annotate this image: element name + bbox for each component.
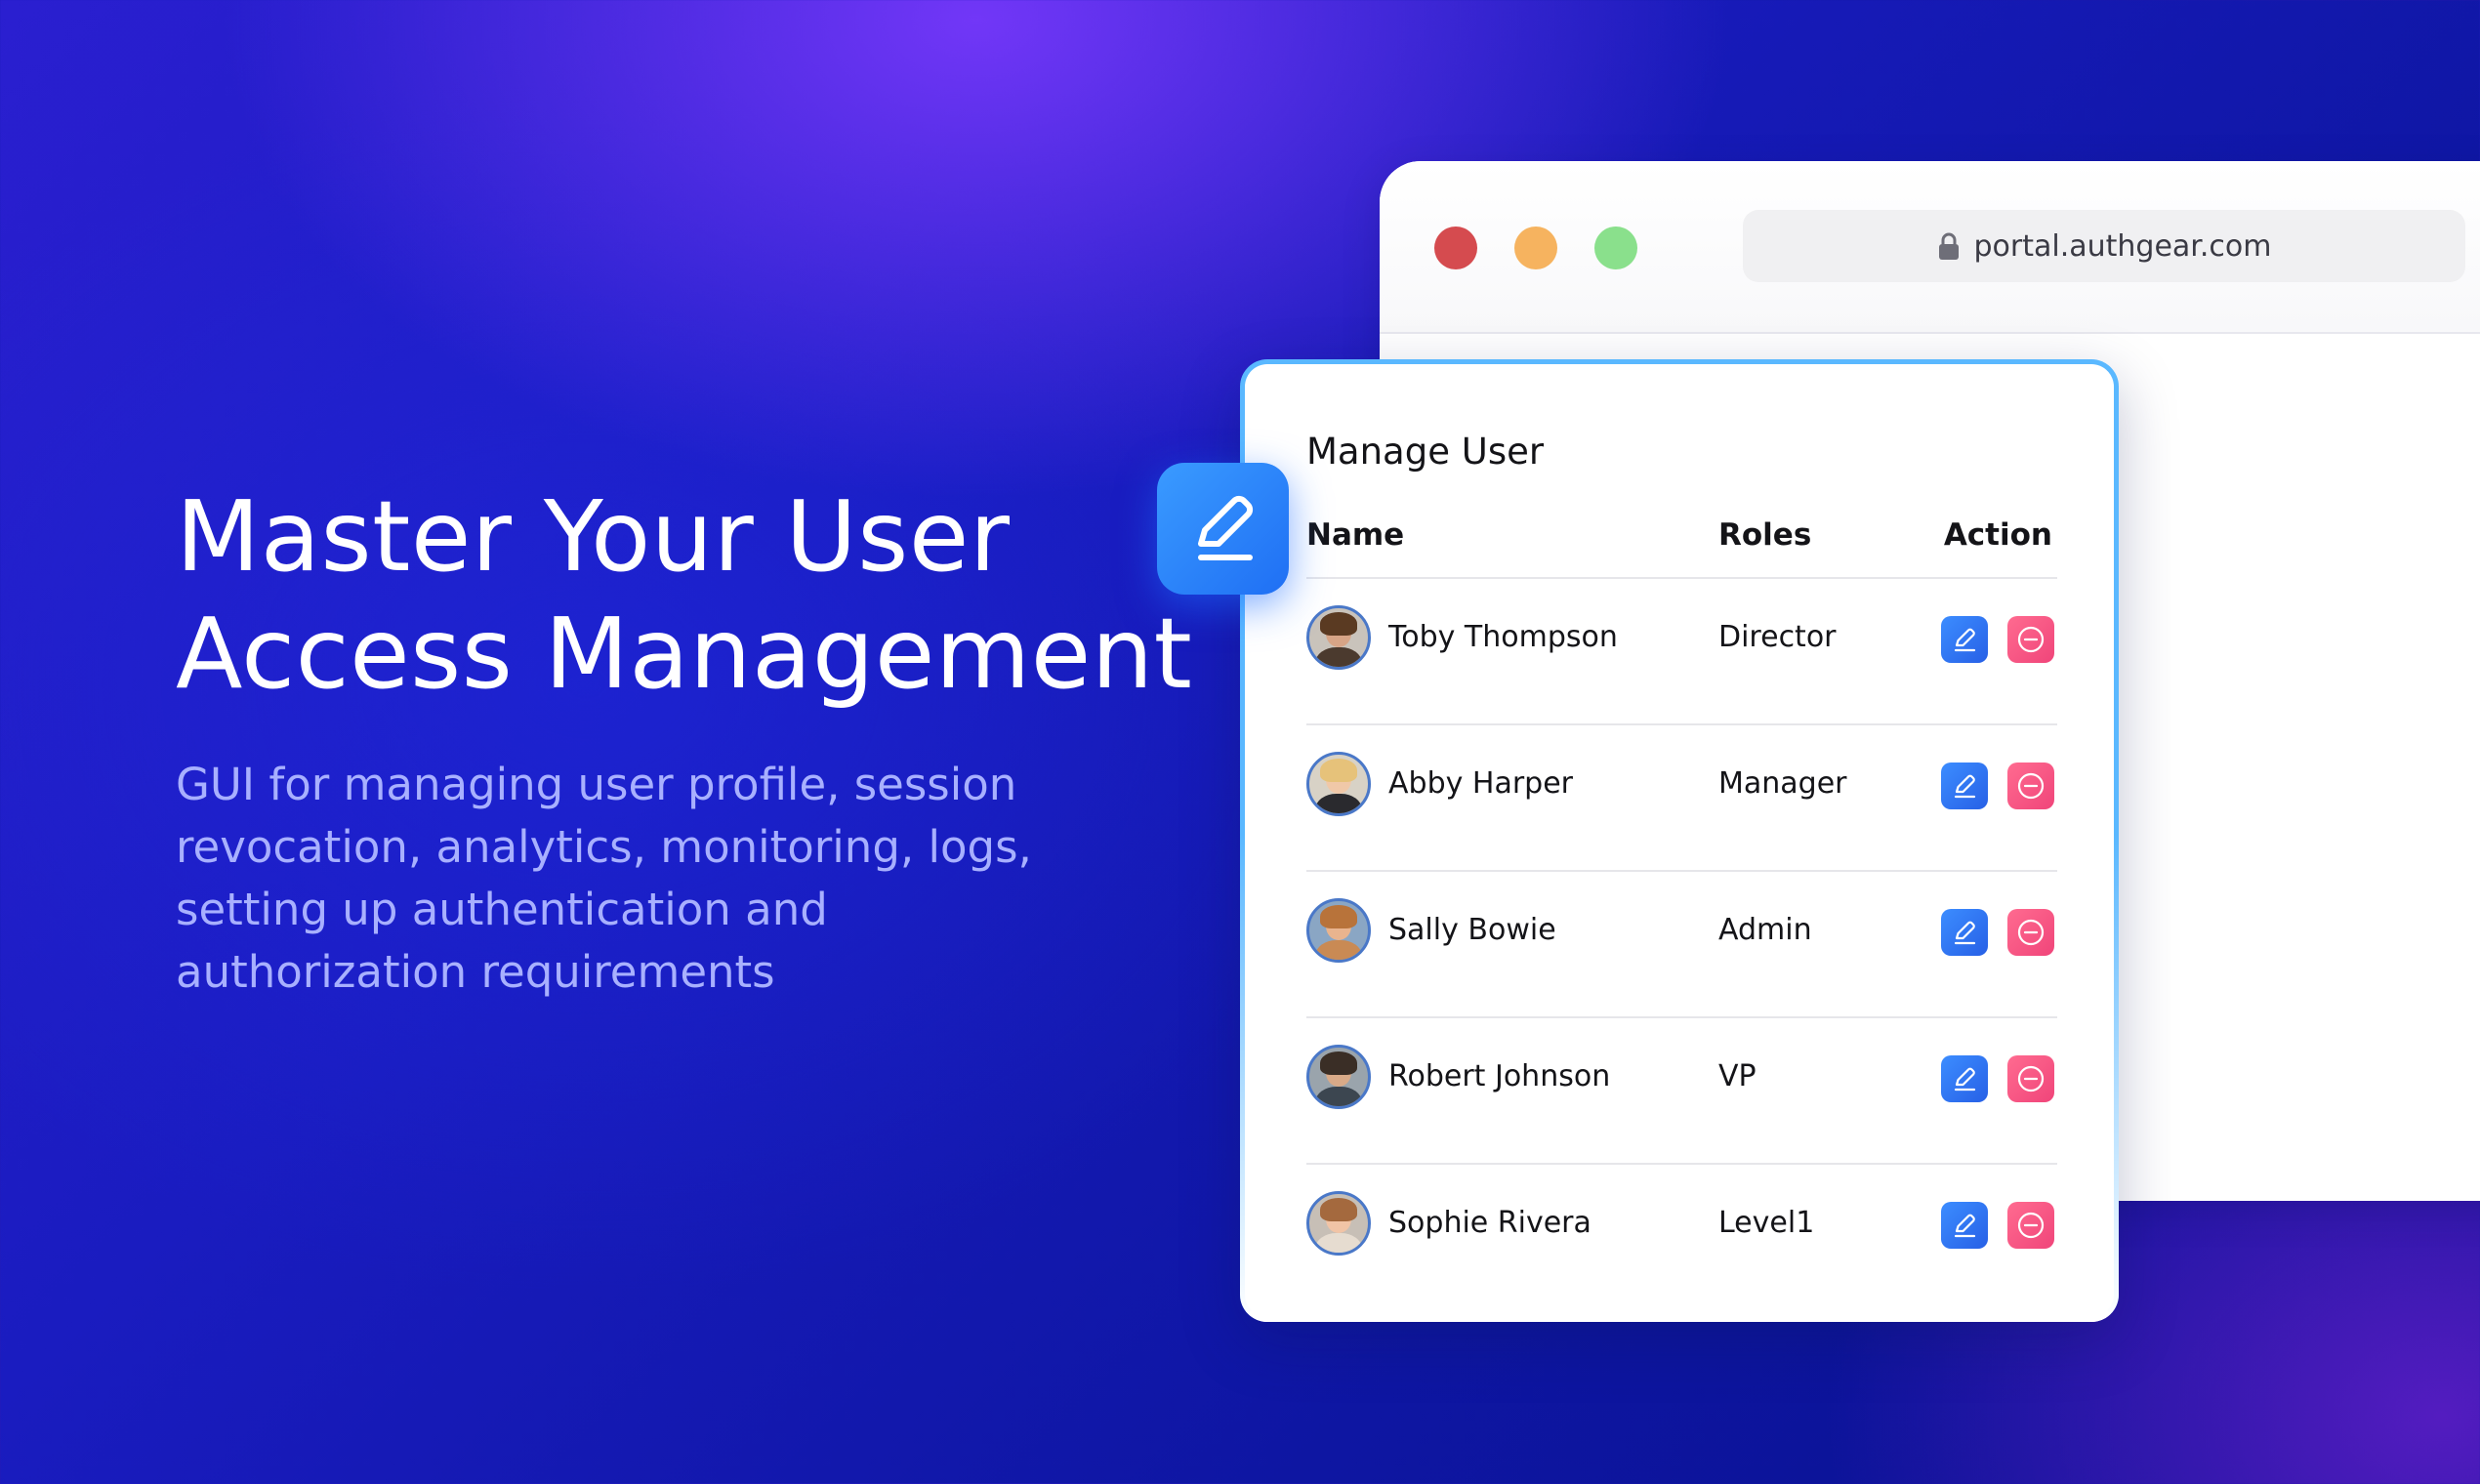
avatar <box>1306 752 1371 816</box>
browser-title-bar: portal.authgear.com <box>1380 161 2480 334</box>
minimize-window-button[interactable] <box>1514 227 1557 269</box>
close-window-button[interactable] <box>1434 227 1477 269</box>
user-role: Director <box>1718 620 1837 654</box>
hero-title-line-2: Access Management <box>176 597 1193 711</box>
user-role: Manager <box>1718 766 1847 801</box>
pencil-icon <box>1954 628 1976 652</box>
user-role: Level1 <box>1718 1206 1815 1240</box>
edit-user-button[interactable] <box>1941 616 1988 663</box>
table-row: Sophie Rivera Level1 <box>1306 1163 2057 1309</box>
user-name: Sally Bowie <box>1388 913 1556 947</box>
lock-icon <box>1937 231 1961 261</box>
column-header-roles: Roles <box>1718 517 1812 553</box>
user-table: Toby Thompson Director Abby Harper Manag… <box>1306 577 2057 1309</box>
maximize-window-button[interactable] <box>1594 227 1637 269</box>
pencil-icon <box>1954 1214 1976 1238</box>
remove-user-button[interactable] <box>2007 616 2054 663</box>
avatar <box>1306 1191 1371 1256</box>
edit-user-button[interactable] <box>1941 1202 1988 1249</box>
table-row: Abby Harper Manager <box>1306 723 2057 870</box>
remove-user-button[interactable] <box>2007 763 2054 809</box>
edit-badge-icon <box>1157 463 1289 595</box>
user-name: Sophie Rivera <box>1388 1206 1591 1240</box>
user-name: Abby Harper <box>1388 766 1574 801</box>
column-header-action: Action <box>1943 517 2052 553</box>
user-name: Toby Thompson <box>1388 620 1618 654</box>
minus-circle-icon <box>2017 1212 2045 1239</box>
manage-user-card: Manage User Name Roles Action Toby Thomp… <box>1240 359 2119 1322</box>
table-row: Sally Bowie Admin <box>1306 870 2057 1016</box>
pencil-icon <box>1954 921 1976 945</box>
column-header-name: Name <box>1306 517 1405 553</box>
address-bar[interactable]: portal.authgear.com <box>1743 210 2465 282</box>
user-role: VP <box>1718 1059 1757 1093</box>
minus-circle-icon <box>2017 626 2045 653</box>
hero-description: GUI for managing user profile, session r… <box>176 759 1032 998</box>
user-name: Robert Johnson <box>1388 1059 1611 1093</box>
avatar <box>1306 605 1371 670</box>
edit-user-button[interactable] <box>1941 1055 1988 1102</box>
remove-user-button[interactable] <box>2007 909 2054 956</box>
minus-circle-icon <box>2017 1065 2045 1092</box>
minus-circle-icon <box>2017 919 2045 946</box>
remove-user-button[interactable] <box>2007 1202 2054 1249</box>
url-text: portal.authgear.com <box>1973 228 2272 264</box>
remove-user-button[interactable] <box>2007 1055 2054 1102</box>
edit-user-button[interactable] <box>1941 763 1988 809</box>
edit-user-button[interactable] <box>1941 909 1988 956</box>
pencil-icon <box>1954 1067 1976 1092</box>
minus-circle-icon <box>2017 772 2045 800</box>
card-title: Manage User <box>1306 431 1545 473</box>
pencil-icon <box>1954 774 1976 799</box>
table-row: Robert Johnson VP <box>1306 1016 2057 1163</box>
user-role: Admin <box>1718 913 1812 947</box>
hero-title: Master Your User Access Management <box>176 478 1193 713</box>
avatar <box>1306 1045 1371 1109</box>
table-row: Toby Thompson Director <box>1306 577 2057 723</box>
hero-title-line-1: Master Your User <box>176 479 1011 594</box>
avatar <box>1306 898 1371 963</box>
